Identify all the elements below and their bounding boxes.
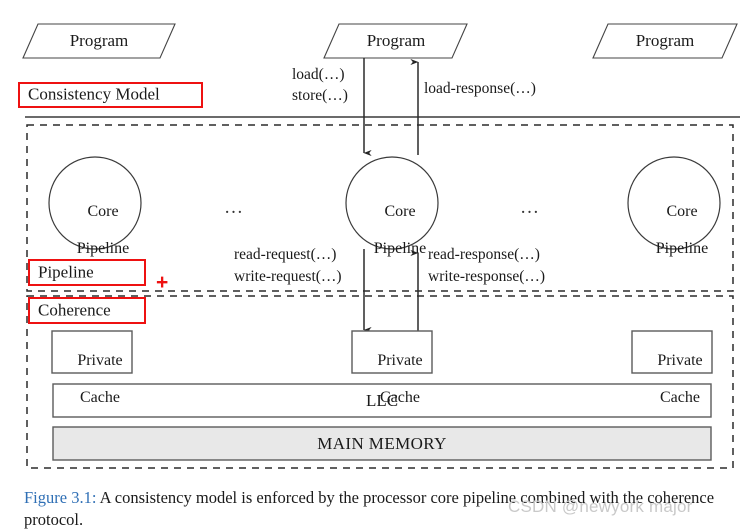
- message-load-response: load-response(…): [424, 80, 536, 97]
- ellipsis-left: …: [224, 197, 244, 218]
- core-label-line1: Core: [666, 203, 698, 221]
- annotation-coherence-label: Coherence: [38, 300, 111, 320]
- figure-3-1: Program Program Program Core Pipeline Co…: [0, 0, 745, 531]
- core-pipeline-label-center: Core Pipeline: [342, 185, 442, 276]
- program-label-center: Program: [366, 31, 426, 50]
- private-cache-label-right: Private Cache: [627, 334, 717, 425]
- message-read-response: read-response(…): [428, 246, 540, 263]
- main-memory-label: MAIN MEMORY: [317, 434, 447, 453]
- cache-label-line1: Private: [657, 352, 703, 370]
- program-label-left: Program: [69, 31, 129, 50]
- message-store: store(…): [292, 87, 348, 104]
- cache-label-line1: Private: [377, 352, 423, 370]
- csdn-watermark: CSDN @newyork major: [508, 497, 693, 516]
- core-label-line2: Pipeline: [655, 239, 709, 257]
- private-cache-label-left: Private Cache: [47, 334, 137, 425]
- annotation-plus-sign: +: [156, 271, 169, 294]
- message-read-request: read-request(…): [234, 246, 337, 263]
- annotation-consistency-model-label: Consistency Model: [28, 84, 160, 104]
- message-write-request: write-request(…): [234, 268, 342, 285]
- message-load: load(…): [292, 66, 345, 83]
- core-label-line2: Pipeline: [373, 239, 427, 257]
- core-label-line2: Pipeline: [76, 239, 130, 257]
- core-label-line1: Core: [384, 203, 416, 221]
- annotation-pipeline-label: Pipeline: [38, 262, 94, 282]
- llc-label: LLC: [365, 391, 399, 410]
- core-label-line1: Core: [87, 203, 119, 221]
- annotation-coherence: Coherence: [28, 297, 146, 324]
- cache-label-line1: Private: [77, 352, 123, 370]
- figure-caption-number: Figure 3.1:: [24, 488, 97, 507]
- annotation-pipeline: Pipeline: [28, 259, 146, 286]
- message-write-response: write-response(…): [428, 268, 546, 285]
- program-label-right: Program: [635, 31, 695, 50]
- ellipsis-right: …: [520, 197, 540, 218]
- private-cache-label-center: Private Cache: [347, 334, 437, 425]
- core-pipeline-label-right: Core Pipeline: [624, 185, 724, 276]
- annotation-consistency-model: Consistency Model: [18, 82, 203, 108]
